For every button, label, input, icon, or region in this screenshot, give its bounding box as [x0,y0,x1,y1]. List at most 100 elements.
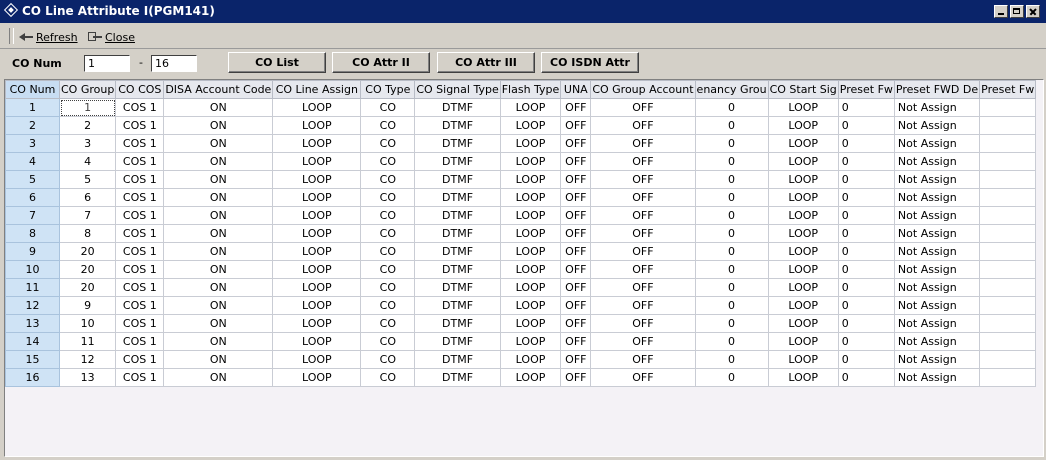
cell-preset-fwd-2[interactable] [979,314,1037,333]
cell-co-type[interactable]: CO [360,296,416,315]
cell-preset-fwd[interactable]: 0 [837,278,895,297]
cell-co-start-sig[interactable]: LOOP [767,134,839,153]
cell-co-type[interactable]: CO [360,98,416,117]
cell-tenancy-group[interactable]: 0 [694,206,769,225]
cell-una[interactable]: OFF [560,170,592,189]
column-header-co-cos[interactable]: CO COS [115,80,165,99]
cell-disa-account-code[interactable]: ON [163,116,274,135]
cell-co-group-account[interactable]: OFF [590,314,696,333]
minimize-button[interactable] [994,5,1008,18]
table-row[interactable]: 3 3 COS 1 ON LOOP CO DTMF LOOP OFF OFF 0 LOOP 0 Not A… [5,134,1037,153]
cell-disa-account-code[interactable]: ON [163,188,274,207]
row-header-cell[interactable]: 13 [5,314,60,333]
cell-co-start-sig[interactable]: LOOP [767,278,839,297]
cell-preset-fwd-2[interactable] [979,260,1037,279]
cell-flash-type[interactable]: LOOP [499,242,562,261]
cell-co-signal-type[interactable]: DTMF [414,314,501,333]
cell-disa-account-code[interactable]: ON [163,350,274,369]
cell-tenancy-group[interactable]: 0 [694,134,769,153]
cell-co-group[interactable]: 13 [58,368,117,387]
cell-disa-account-code[interactable]: ON [163,260,274,279]
cell-co-group[interactable]: 8 [58,224,117,243]
cell-co-signal-type[interactable]: DTMF [414,350,501,369]
row-header-cell[interactable]: 10 [5,260,60,279]
cell-preset-fwd[interactable]: 0 [837,314,895,333]
column-header-co-signal-type[interactable]: CO Signal Type [414,80,501,99]
table-row[interactable]: 11 20 COS 1 ON LOOP CO DTMF LOOP OFF OFF 0 LOOP 0 Not… [5,278,1037,297]
cell-preset-fwd-dest[interactable]: Not Assign [893,296,981,315]
table-row[interactable]: 13 10 COS 1 ON LOOP CO DTMF LOOP OFF OFF 0 LOOP 0 Not… [5,314,1037,333]
cell-preset-fwd-2[interactable] [979,116,1037,135]
table-row[interactable]: 6 6 COS 1 ON LOOP CO DTMF LOOP OFF OFF 0 LOOP 0 Not A… [5,188,1037,207]
cell-una[interactable]: OFF [560,296,592,315]
cell-disa-account-code[interactable]: ON [163,170,274,189]
cell-co-signal-type[interactable]: DTMF [414,242,501,261]
row-header-cell[interactable]: 5 [5,170,60,189]
cell-preset-fwd-dest[interactable]: Not Assign [893,332,981,351]
cell-co-signal-type[interactable]: DTMF [414,170,501,189]
cell-co-start-sig[interactable]: LOOP [767,296,839,315]
cell-co-start-sig[interactable]: LOOP [767,314,839,333]
table-row[interactable]: 7 7 COS 1 ON LOOP CO DTMF LOOP OFF OFF 0 LOOP 0 Not A… [5,206,1037,225]
cell-tenancy-group[interactable]: 0 [694,368,769,387]
cell-co-signal-type[interactable]: DTMF [414,206,501,225]
cell-preset-fwd[interactable]: 0 [837,224,895,243]
cell-co-line-assign[interactable]: LOOP [272,332,362,351]
cell-co-line-assign[interactable]: LOOP [272,260,362,279]
cell-preset-fwd-dest[interactable]: Not Assign [893,152,981,171]
cell-co-type[interactable]: CO [360,368,416,387]
cell-flash-type[interactable]: LOOP [499,296,562,315]
cell-co-type[interactable]: CO [360,332,416,351]
cell-co-line-assign[interactable]: LOOP [272,350,362,369]
cell-co-start-sig[interactable]: LOOP [767,206,839,225]
co-num-from-input[interactable]: 1 [84,55,130,72]
cell-tenancy-group[interactable]: 0 [694,98,769,117]
cell-tenancy-group[interactable]: 0 [694,332,769,351]
row-header-cell[interactable]: 16 [5,368,60,387]
cell-co-line-assign[interactable]: LOOP [272,152,362,171]
cell-co-line-assign[interactable]: LOOP [272,278,362,297]
column-header-preset-fwd-2[interactable]: Preset Fw [979,80,1037,99]
row-header-cell[interactable]: 4 [5,152,60,171]
cell-co-cos[interactable]: COS 1 [115,296,165,315]
cell-preset-fwd[interactable]: 0 [837,98,895,117]
cell-flash-type[interactable]: LOOP [499,350,562,369]
cell-co-group[interactable]: 7 [58,206,117,225]
cell-co-line-assign[interactable]: LOOP [272,170,362,189]
cell-co-signal-type[interactable]: DTMF [414,278,501,297]
cell-preset-fwd-2[interactable] [979,224,1037,243]
cell-co-cos[interactable]: COS 1 [115,350,165,369]
cell-co-group[interactable]: 5 [58,170,117,189]
cell-co-group-account[interactable]: OFF [590,98,696,117]
cell-co-cos[interactable]: COS 1 [115,152,165,171]
cell-co-line-assign[interactable]: LOOP [272,314,362,333]
close-window-button[interactable] [1026,5,1040,18]
cell-co-cos[interactable]: COS 1 [115,206,165,225]
cell-co-start-sig[interactable]: LOOP [767,242,839,261]
cell-preset-fwd[interactable]: 0 [837,296,895,315]
cell-co-cos[interactable]: COS 1 [115,242,165,261]
cell-co-group[interactable]: 20 [58,278,117,297]
cell-co-group[interactable]: 6 [58,188,117,207]
column-header-tenancy-group[interactable]: enancy Grou [694,80,769,99]
cell-co-line-assign[interactable]: LOOP [272,224,362,243]
cell-co-cos[interactable]: COS 1 [115,170,165,189]
cell-flash-type[interactable]: LOOP [499,260,562,279]
cell-co-group[interactable]: 2 [58,116,117,135]
cell-preset-fwd-dest[interactable]: Not Assign [893,170,981,189]
cell-una[interactable]: OFF [560,98,592,117]
cell-co-start-sig[interactable]: LOOP [767,368,839,387]
cell-co-start-sig[interactable]: LOOP [767,116,839,135]
cell-una[interactable]: OFF [560,188,592,207]
cell-co-type[interactable]: CO [360,116,416,135]
cell-co-line-assign[interactable]: LOOP [272,98,362,117]
cell-flash-type[interactable]: LOOP [499,224,562,243]
cell-co-type[interactable]: CO [360,224,416,243]
data-grid[interactable]: CO Num CO Group CO COS DISA Account Code CO … [4,79,1044,457]
cell-disa-account-code[interactable]: ON [163,206,274,225]
cell-preset-fwd-2[interactable] [979,152,1037,171]
cell-preset-fwd-dest[interactable]: Not Assign [893,314,981,333]
cell-flash-type[interactable]: LOOP [499,332,562,351]
table-row[interactable]: 14 11 COS 1 ON LOOP CO DTMF LOOP OFF OFF 0 LOOP 0 Not… [5,332,1037,351]
cell-co-line-assign[interactable]: LOOP [272,134,362,153]
